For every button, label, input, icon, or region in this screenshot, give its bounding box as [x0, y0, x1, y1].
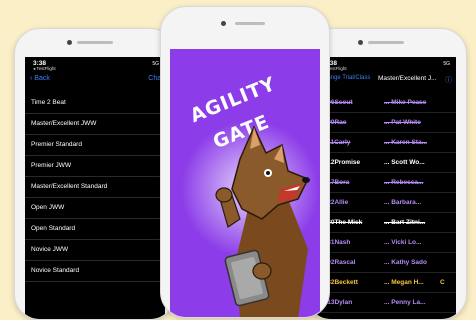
- run-list-item[interactable]: 1622Allie... Barbara...: [316, 193, 456, 213]
- handler-name: ... Bart Zitni...: [384, 219, 426, 226]
- run-list-item[interactable]: 1611Carly... Karen Sta...: [316, 133, 456, 153]
- class-list-item[interactable]: Novice JWW: [25, 240, 165, 261]
- left-phone: 3:38 ◂ TestFlight 5G ‹ Back Chan Time 2 …: [14, 28, 176, 320]
- class-list-item[interactable]: Master/Excellent JWW: [25, 114, 165, 135]
- handler-name: ... Kathy Sado: [384, 259, 427, 266]
- front-camera: [67, 40, 72, 45]
- run-status-marker: C: [440, 279, 445, 286]
- class-list-item[interactable]: Novice Standard: [25, 261, 165, 282]
- class-list-item[interactable]: Master/Excellent Standard: [25, 177, 165, 198]
- run-list-item[interactable]: 1632Beckett... Megan H... C: [316, 273, 456, 293]
- status-carrier: ◂ TestFlight: [324, 66, 347, 71]
- back-label: Back: [34, 75, 50, 82]
- handler-name: ... Rebecca...: [384, 179, 424, 186]
- run-list-item[interactable]: 1617Bora... Rebecca...: [316, 173, 456, 193]
- handler-name: ... Karen Sta...: [384, 139, 427, 146]
- nav-bar: ‹ Change Trial/Class Master/Excellent J.…: [316, 75, 456, 89]
- handler-name: ... Mike Pease: [384, 99, 427, 106]
- handler-name: ... Vicki Lo...: [384, 239, 422, 246]
- earpiece: [368, 41, 404, 44]
- earpiece: [77, 41, 113, 44]
- handler-name: ... Barbara...: [384, 199, 422, 206]
- header-title: Master/Excellent J...: [378, 75, 437, 82]
- left-screen: 3:38 ◂ TestFlight 5G ‹ Back Chan Time 2 …: [25, 57, 165, 319]
- info-icon[interactable]: ⓘ: [445, 75, 452, 85]
- status-signal: 5G: [152, 61, 159, 67]
- front-camera: [221, 21, 226, 26]
- nav-bar: ‹ Back Chan: [25, 75, 165, 89]
- run-list-item[interactable]: 1602Rascal... Kathy Sado: [316, 253, 456, 273]
- handler-name: ... Pat White: [384, 119, 421, 126]
- dog-mascot-icon: [215, 125, 310, 317]
- class-list-item[interactable]: Open JWW: [25, 198, 165, 219]
- right-screen: 3:38 ◂ TestFlight 5G ‹ Change Trial/Clas…: [316, 57, 456, 319]
- class-list-item[interactable]: Premier Standard: [25, 135, 165, 156]
- center-phone: AGILITY GATE: [160, 6, 330, 318]
- status-carrier: ◂ TestFlight: [33, 66, 56, 71]
- run-list-item[interactable]: 1613Dylan... Penny La...: [316, 293, 456, 313]
- status-bar: 3:38 ◂ TestFlight 5G: [324, 60, 450, 74]
- run-order-list: 1606Scout... Mike Pease 1609Rae... Pat Wh…: [316, 93, 456, 313]
- run-list-item[interactable]: 1606Scout... Mike Pease: [316, 93, 456, 113]
- class-list-item[interactable]: Premier JWW: [25, 156, 165, 177]
- back-button[interactable]: ‹ Back: [30, 75, 50, 82]
- handler-name: ... Megan H...: [384, 279, 424, 286]
- splash-screen: AGILITY GATE: [170, 49, 320, 317]
- class-list-item[interactable]: Open Standard: [25, 219, 165, 240]
- run-list-item[interactable]: 1630The Mick... Bart Zitni...: [316, 213, 456, 233]
- class-list: Time 2 Beat Master/Excellent JWW Premier S…: [25, 93, 165, 282]
- handler-name: ... Scott Wo...: [384, 159, 425, 166]
- front-camera: [358, 40, 363, 45]
- run-list-item[interactable]: 1609Rae... Pat White: [316, 113, 456, 133]
- class-list-item[interactable]: Time 2 Beat: [25, 93, 165, 114]
- run-list-item[interactable]: 2031Nash... Vicki Lo...: [316, 233, 456, 253]
- run-list-item[interactable]: 1612Promise... Scott Wo...: [316, 153, 456, 173]
- status-bar: 3:38 ◂ TestFlight 5G: [33, 60, 159, 74]
- earpiece: [235, 22, 265, 25]
- status-signal: 5G: [443, 61, 450, 67]
